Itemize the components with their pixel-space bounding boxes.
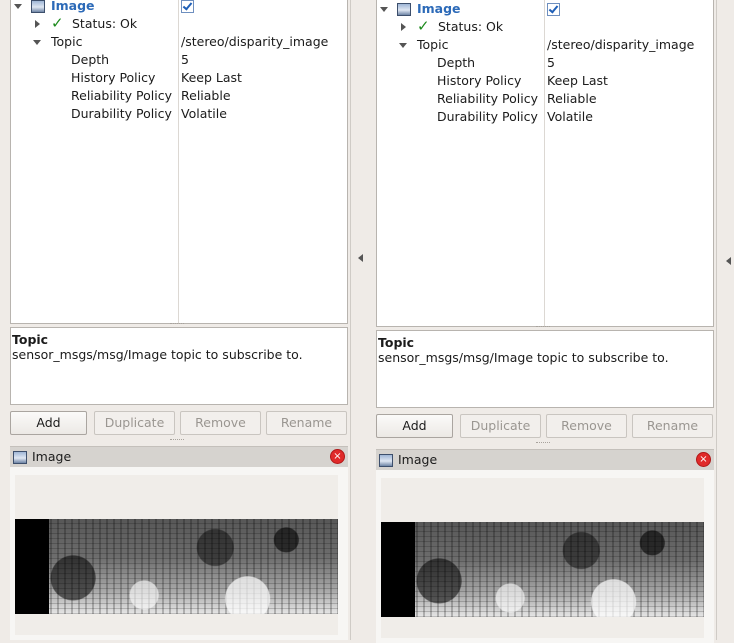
image-display-icon (31, 0, 45, 13)
image-panel-titlebar[interactable]: Image × (376, 449, 714, 470)
collapse-arrow-icon[interactable] (358, 254, 363, 262)
durability-policy-row[interactable]: Durability Policy Volatile (11, 105, 347, 123)
displays-property-tree: Image ✓ Status: Ok Topic /stereo/dispari… (10, 0, 348, 324)
property-description-box: Topic sensor_msgs/msg/Image topic to sub… (376, 330, 714, 408)
disparity-image (381, 522, 704, 617)
collapse-arrow-icon[interactable] (14, 4, 22, 9)
reliability-policy-label: Reliability Policy (71, 88, 173, 103)
topic-row[interactable]: Topic /stereo/disparity_image (377, 36, 713, 54)
reliability-policy-value[interactable]: Reliable (547, 90, 597, 108)
reliability-policy-row[interactable]: Reliability Policy Reliable (377, 90, 713, 108)
durability-policy-row[interactable]: Durability Policy Volatile (377, 108, 713, 126)
collapse-arrow-icon[interactable] (380, 7, 388, 12)
description-text: sensor_msgs/msg/Image topic to subscribe… (378, 350, 669, 365)
panel-splitter-grip[interactable] (536, 442, 550, 445)
image-panel-icon (379, 454, 393, 467)
enabled-checkbox[interactable] (547, 3, 560, 16)
depth-value[interactable]: 5 (181, 51, 189, 69)
durability-policy-value[interactable]: Volatile (181, 105, 227, 123)
image-viewport (10, 467, 348, 640)
image-canvas (15, 475, 338, 635)
add-button[interactable]: Add (10, 411, 87, 435)
durability-policy-label: Durability Policy (437, 109, 538, 124)
display-row-image[interactable]: Image (11, 0, 347, 15)
status-ok-icon: ✓ (51, 14, 64, 32)
depth-label: Depth (71, 52, 110, 67)
disparity-image (15, 519, 338, 614)
image-panel-titlebar[interactable]: Image × (10, 446, 348, 467)
image-panel-icon (13, 451, 27, 464)
close-icon[interactable]: × (330, 449, 345, 464)
rename-button[interactable]: Rename (266, 411, 347, 435)
history-policy-row[interactable]: History Policy Keep Last (377, 72, 713, 90)
tree-splitter-grip[interactable] (170, 323, 184, 326)
image-panel-title: Image (32, 449, 72, 464)
dock-splitter-right[interactable] (714, 0, 731, 640)
history-policy-value[interactable]: Keep Last (547, 72, 608, 90)
dock-splitter-left[interactable] (348, 0, 364, 640)
duplicate-button[interactable]: Duplicate (460, 414, 541, 438)
expand-arrow-icon[interactable] (401, 23, 406, 31)
collapse-arrow-icon[interactable] (726, 257, 731, 265)
expand-arrow-icon[interactable] (35, 20, 40, 28)
image-canvas (381, 478, 704, 638)
invalid-disparity-region (15, 519, 49, 614)
rename-button[interactable]: Rename (632, 414, 713, 438)
display-name: Image (417, 1, 461, 16)
history-policy-value[interactable]: Keep Last (181, 69, 242, 87)
image-display-icon (397, 3, 411, 16)
durability-policy-label: Durability Policy (71, 106, 172, 121)
depth-label: Depth (437, 55, 476, 70)
history-policy-label: History Policy (437, 73, 522, 88)
status-label: Status: Ok (72, 16, 138, 31)
reliability-policy-value[interactable]: Reliable (181, 87, 231, 105)
description-title: Topic (12, 332, 49, 347)
remove-button[interactable]: Remove (546, 414, 627, 438)
reliability-policy-row[interactable]: Reliability Policy Reliable (11, 87, 347, 105)
duplicate-button[interactable]: Duplicate (94, 411, 175, 435)
status-label: Status: Ok (438, 19, 504, 34)
depth-value[interactable]: 5 (547, 54, 555, 72)
status-row[interactable]: ✓ Status: Ok (377, 17, 713, 36)
history-policy-label: History Policy (71, 70, 156, 85)
topic-label: Topic (417, 37, 449, 52)
status-ok-icon: ✓ (417, 17, 430, 35)
topic-value[interactable]: /stereo/disparity_image (181, 33, 328, 51)
topic-row[interactable]: Topic /stereo/disparity_image (11, 33, 347, 51)
add-button[interactable]: Add (376, 414, 453, 438)
rviz-pane-left: Image ✓ Status: Ok Topic /stereo/dispari… (0, 0, 366, 640)
depth-row[interactable]: Depth 5 (377, 54, 713, 72)
close-icon[interactable]: × (696, 452, 711, 467)
tree-splitter-grip[interactable] (536, 326, 550, 329)
status-row[interactable]: ✓ Status: Ok (11, 14, 347, 33)
splitter-line (350, 0, 351, 640)
durability-policy-value[interactable]: Volatile (547, 108, 593, 126)
splitter-line (716, 0, 717, 640)
property-description-box: Topic sensor_msgs/msg/Image topic to sub… (10, 327, 348, 405)
reliability-policy-label: Reliability Policy (437, 91, 539, 106)
enabled-checkbox[interactable] (181, 0, 194, 13)
history-policy-row[interactable]: History Policy Keep Last (11, 69, 347, 87)
depth-row[interactable]: Depth 5 (11, 51, 347, 69)
panel-splitter-grip[interactable] (170, 439, 184, 442)
rviz-pane-right: Image ✓ Status: Ok Topic /stereo/dispari… (366, 0, 732, 643)
topic-value[interactable]: /stereo/disparity_image (547, 36, 694, 54)
image-viewport (376, 470, 714, 643)
description-title: Topic (378, 335, 415, 350)
display-name: Image (51, 0, 95, 13)
collapse-arrow-icon[interactable] (33, 40, 41, 45)
description-text: sensor_msgs/msg/Image topic to subscribe… (12, 347, 303, 362)
remove-button[interactable]: Remove (180, 411, 261, 435)
displays-property-tree: Image ✓ Status: Ok Topic /stereo/dispari… (376, 0, 714, 327)
collapse-arrow-icon[interactable] (399, 43, 407, 48)
topic-label: Topic (51, 34, 83, 49)
image-panel-title: Image (398, 452, 438, 467)
display-row-image[interactable]: Image (377, 0, 713, 18)
invalid-disparity-region (381, 522, 415, 617)
